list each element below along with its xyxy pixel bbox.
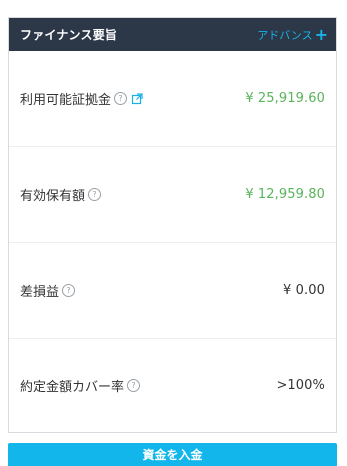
row-label: 有効保有額	[20, 189, 86, 204]
panel-header: ファイナンス要旨 アドバンス +	[9, 18, 336, 51]
row-profit-loss: 差損益 ? ¥ 0.00	[9, 243, 336, 339]
row-available-margin: 利用可能証拠金 ? ¥ 25,919.60	[9, 51, 336, 147]
row-effective-holding: 有効保有額 ? ¥ 12,959.80	[9, 147, 336, 243]
question-circle-icon[interactable]: ?	[114, 92, 128, 105]
question-circle-icon[interactable]: ?	[127, 379, 141, 392]
row-coverage-ratio: 約定金額カバー率 ? >100%	[9, 339, 336, 432]
row-label: 利用可能証拠金	[20, 93, 112, 108]
external-link-icon[interactable]	[131, 92, 143, 105]
plus-icon: +	[314, 24, 328, 44]
available-margin-value: ¥ 25,919.60	[245, 91, 325, 106]
advance-button[interactable]: アドバンス +	[257, 24, 328, 44]
row-label: 差損益	[20, 285, 60, 300]
profit-loss-value: ¥ 0.00	[283, 283, 325, 298]
row-label: 約定金額カバー率	[20, 380, 125, 395]
advance-label: アドバンス	[257, 28, 313, 42]
question-circle-icon[interactable]: ?	[88, 188, 102, 201]
panel-title: ファイナンス要旨	[20, 28, 118, 42]
finance-summary-panel: ファイナンス要旨 アドバンス + 利用可能証拠金 ? ¥ 25,919.60 有…	[8, 17, 337, 433]
deposit-funds-button[interactable]: 資金を入金	[8, 443, 337, 466]
effective-holding-value: ¥ 12,959.80	[245, 187, 325, 202]
coverage-ratio-value: >100%	[276, 378, 325, 393]
question-circle-icon[interactable]: ?	[62, 284, 76, 297]
